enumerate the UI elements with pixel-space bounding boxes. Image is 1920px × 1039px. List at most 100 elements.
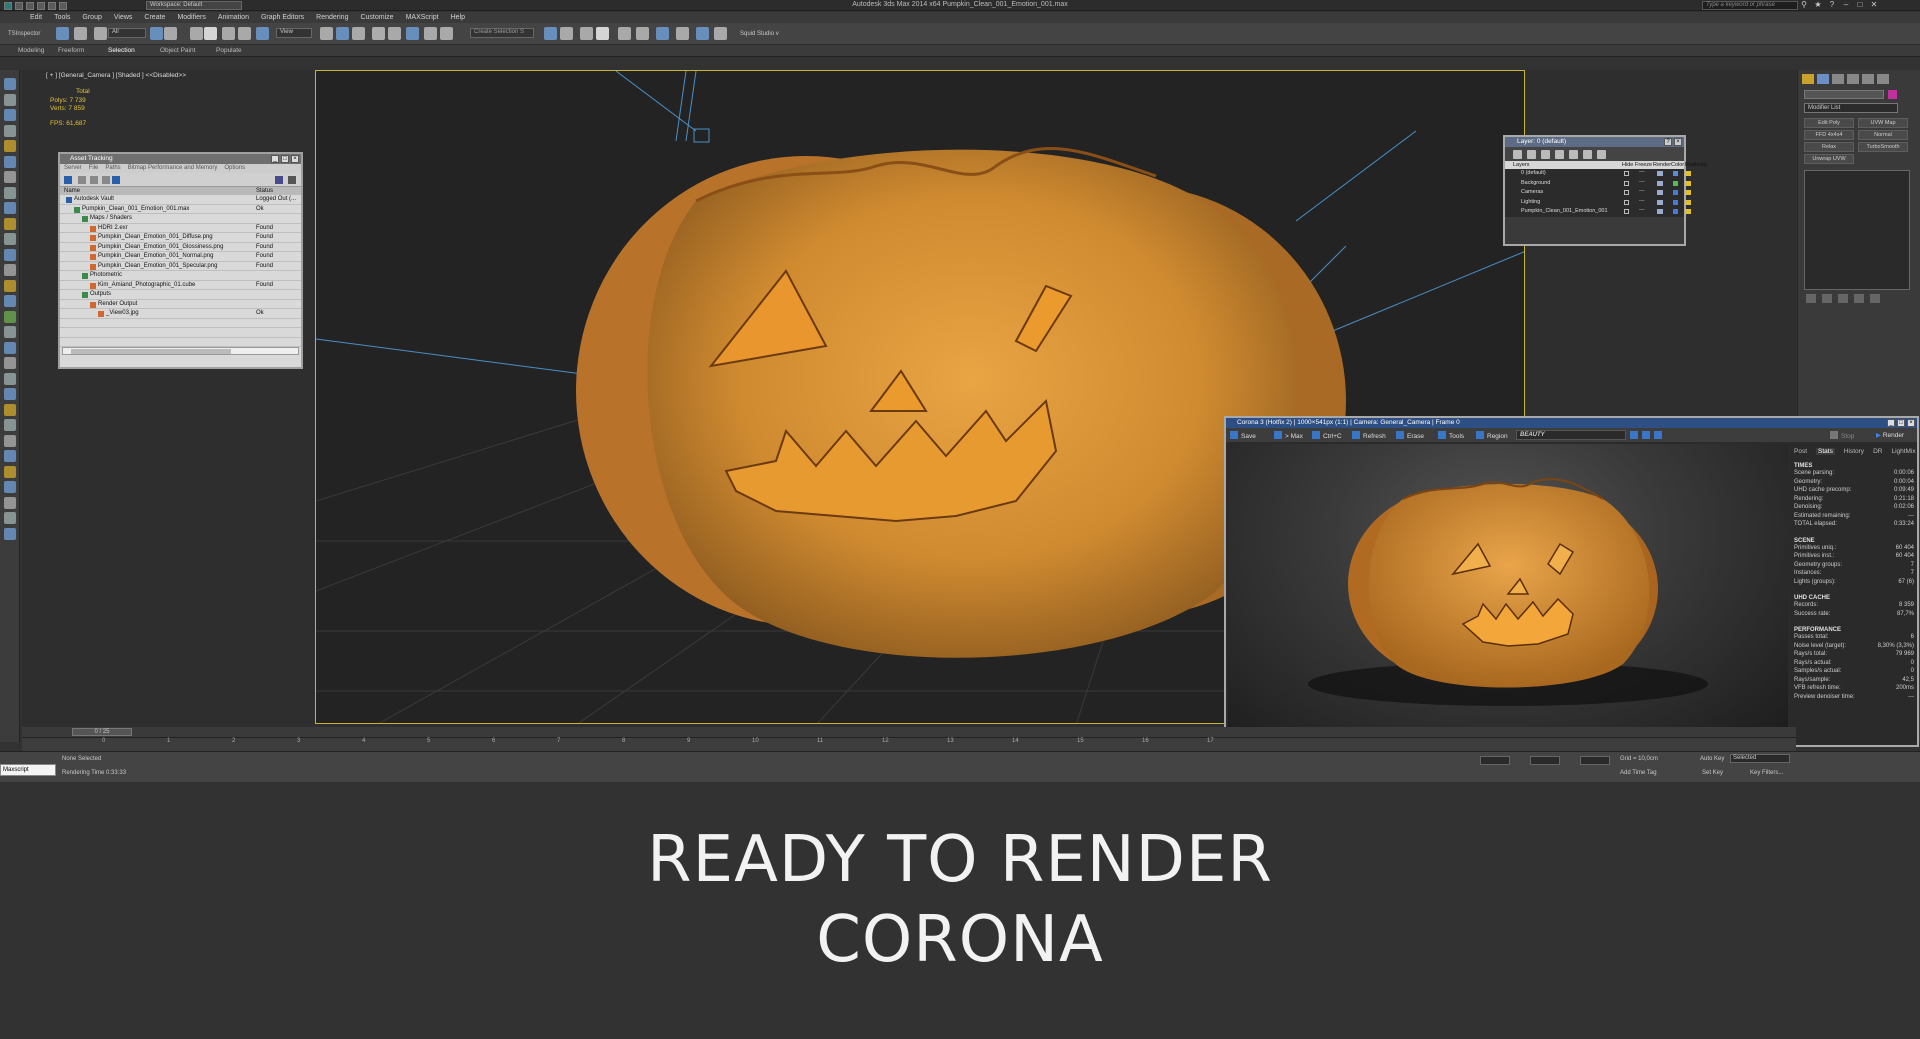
star-icon[interactable] bbox=[4, 450, 16, 462]
layer-color-swatch[interactable] bbox=[1673, 199, 1678, 205]
move-icon[interactable] bbox=[222, 27, 235, 40]
menu-maxscript[interactable]: MAXScript bbox=[406, 14, 439, 21]
workspace-dropdown[interactable]: Workspace: Default bbox=[146, 1, 242, 10]
zoom-in-icon[interactable] bbox=[1630, 431, 1638, 439]
add-time-tag-button[interactable]: Add Time Tag bbox=[1620, 770, 1657, 776]
auto-key-button[interactable]: Auto Key bbox=[1700, 756, 1724, 762]
search-icon[interactable]: ⚲ bbox=[1800, 1, 1808, 9]
pin-stack-icon[interactable] bbox=[1806, 294, 1816, 303]
hide-toggle[interactable] bbox=[1624, 209, 1629, 214]
menu-help[interactable]: Help bbox=[451, 14, 465, 21]
tube-icon[interactable] bbox=[4, 341, 16, 354]
asset-menu-bitmap-performance-and-memory[interactable]: Bitmap Performance and Memory bbox=[128, 164, 218, 173]
modifier-button-relax[interactable]: Relax bbox=[1804, 142, 1854, 152]
time-slider-thumb[interactable]: 0 / 25 bbox=[72, 728, 132, 736]
modifier-button-unwrap-uvw[interactable]: Unwrap UVW bbox=[1804, 154, 1854, 164]
corona-titlebar[interactable]: Corona 3 (Hotfix 2) | 1000×541px (1:1) |… bbox=[1226, 418, 1917, 428]
ngon-icon[interactable] bbox=[4, 512, 16, 524]
mirror-icon[interactable] bbox=[544, 27, 557, 40]
layer-col-render[interactable]: Render bbox=[1653, 162, 1671, 168]
tree-icon[interactable] bbox=[4, 310, 16, 323]
render-toggle[interactable] bbox=[1657, 180, 1663, 186]
asset-menu-server[interactable]: Server bbox=[64, 164, 82, 173]
to-max-button[interactable]: > Max bbox=[1274, 431, 1303, 440]
geosphere-icon[interactable] bbox=[4, 357, 16, 369]
egg-icon[interactable] bbox=[4, 527, 16, 540]
asset-menu-file[interactable]: File bbox=[89, 164, 99, 173]
align-icon[interactable] bbox=[560, 27, 573, 40]
modifier-list-dropdown[interactable]: Modifier List bbox=[1804, 103, 1898, 113]
save-icon[interactable] bbox=[37, 2, 45, 10]
angle-snap-icon[interactable] bbox=[388, 27, 401, 40]
spacewarp-icon[interactable] bbox=[4, 171, 16, 183]
ribbon-tab-populate[interactable]: Populate bbox=[216, 47, 242, 54]
asset-tracking-titlebar[interactable]: Asset Tracking _ □ × bbox=[60, 154, 301, 164]
configure-modifier-icon[interactable] bbox=[1870, 294, 1880, 303]
select-layer-icon[interactable] bbox=[1555, 150, 1564, 159]
keyboard-shortcut-icon[interactable] bbox=[352, 27, 365, 40]
window-crossing-icon[interactable] bbox=[204, 27, 217, 40]
show-end-result-icon[interactable] bbox=[1822, 294, 1832, 303]
ribbon-tab-selection[interactable]: Selection bbox=[108, 47, 135, 54]
table-row[interactable]: Outputs bbox=[60, 290, 301, 300]
app-menu-icon[interactable] bbox=[4, 2, 12, 10]
layer-col-hide[interactable]: Hide bbox=[1622, 162, 1633, 168]
menu-animation[interactable]: Animation bbox=[218, 14, 249, 21]
help-icon[interactable]: ? bbox=[1828, 1, 1836, 9]
create-tab-icon[interactable] bbox=[1802, 74, 1814, 84]
menu-graph-editors[interactable]: Graph Editors bbox=[261, 14, 304, 21]
cylinder-icon[interactable] bbox=[4, 233, 16, 245]
layer-color-swatch[interactable] bbox=[1673, 209, 1678, 214]
new-layer-icon[interactable] bbox=[1513, 150, 1522, 159]
tab-lightmix[interactable]: LightMix bbox=[1891, 448, 1915, 455]
table-row[interactable]: Pumpkin_Clean_001_Emotion_001.max Ok bbox=[60, 205, 301, 214]
redo-icon[interactable] bbox=[59, 2, 67, 10]
rect-select-icon[interactable] bbox=[190, 27, 203, 40]
percent-snap-icon[interactable] bbox=[406, 27, 419, 40]
asset-menu-paths[interactable]: Paths bbox=[105, 164, 120, 173]
scale-icon[interactable] bbox=[256, 27, 269, 40]
render-toggle[interactable] bbox=[1657, 171, 1663, 176]
bind-icon[interactable] bbox=[94, 27, 107, 40]
table-row[interactable]: Pumpkin_Clean_Emotion_001_Glossiness.png… bbox=[60, 243, 301, 252]
tab-stats[interactable]: Stats bbox=[1816, 448, 1835, 455]
render-toggle[interactable] bbox=[1657, 190, 1663, 195]
sphere-icon[interactable] bbox=[4, 202, 16, 214]
help-icon[interactable]: ? bbox=[1664, 138, 1672, 146]
highlight-layer-icon[interactable] bbox=[1569, 150, 1578, 159]
modifier-stack[interactable] bbox=[1804, 170, 1910, 290]
table-row[interactable]: HDRI 2.exr Found bbox=[60, 224, 301, 233]
material-editor-icon[interactable] bbox=[656, 27, 669, 40]
graphite-icon[interactable] bbox=[596, 27, 609, 40]
layer-color-swatch[interactable] bbox=[1673, 180, 1678, 186]
hide-toggle[interactable] bbox=[1624, 171, 1629, 176]
cone-icon[interactable] bbox=[4, 248, 16, 261]
maximize-icon[interactable]: □ bbox=[1897, 419, 1905, 427]
save-button[interactable]: Save bbox=[1230, 431, 1256, 440]
radiosity-icon[interactable] bbox=[1685, 171, 1691, 176]
helper-icon[interactable] bbox=[4, 124, 16, 137]
copy-button[interactable]: Ctrl+C bbox=[1312, 431, 1342, 440]
system-icon[interactable] bbox=[4, 186, 16, 199]
tab-history[interactable]: History bbox=[1844, 448, 1864, 455]
menu-group[interactable]: Group bbox=[82, 14, 101, 21]
circle-icon[interactable] bbox=[4, 419, 16, 431]
select-icon[interactable] bbox=[150, 27, 163, 40]
maxscript-listener[interactable]: Maxscript bbox=[0, 764, 56, 776]
freeze-toggle[interactable]: --- bbox=[1639, 198, 1645, 204]
menu-create[interactable]: Create bbox=[144, 14, 165, 21]
light-gizmo[interactable] bbox=[693, 128, 710, 143]
radiosity-icon[interactable] bbox=[1685, 209, 1691, 214]
key-filters-button[interactable]: Key Filters... bbox=[1750, 770, 1783, 776]
reference-coord-dropdown[interactable]: View bbox=[276, 28, 312, 38]
layer-row[interactable]: 0 (default) --- bbox=[1505, 169, 1691, 179]
text-icon[interactable] bbox=[4, 388, 16, 400]
minimize-icon[interactable]: _ bbox=[1887, 419, 1895, 427]
horizontal-scrollbar[interactable] bbox=[62, 347, 299, 355]
hide-toggle[interactable] bbox=[1624, 199, 1629, 205]
table-row[interactable]: Maps / Shaders bbox=[60, 214, 301, 224]
delete-layer-icon[interactable] bbox=[1527, 150, 1536, 159]
corona-frame-buffer[interactable]: Corona 3 (Hotfix 2) | 1000×541px (1:1) |… bbox=[1224, 416, 1919, 747]
close-icon[interactable]: × bbox=[1907, 419, 1915, 427]
layer-col-freeze[interactable]: Freeze bbox=[1635, 162, 1652, 168]
